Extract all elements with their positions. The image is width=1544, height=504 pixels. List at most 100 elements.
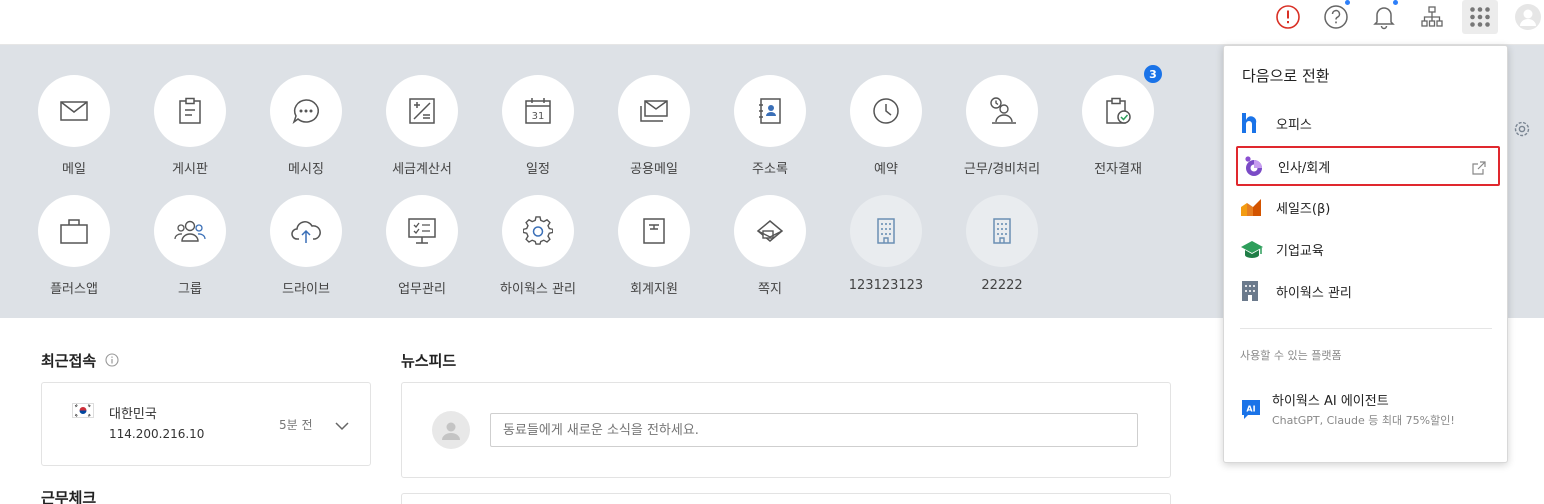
app-drive[interactable]: 드라이브	[248, 195, 364, 297]
app-123123123-circle[interactable]	[850, 195, 922, 267]
app-address-book[interactable]: 주소록	[712, 75, 828, 177]
korea-flag-icon	[72, 403, 94, 418]
app-calendar[interactable]: 31 일정	[480, 75, 596, 177]
app-22222[interactable]: 22222	[944, 195, 1060, 293]
app-22222-circle[interactable]	[966, 195, 1038, 267]
accounting-icon	[643, 218, 665, 244]
newsfeed-input[interactable]	[490, 413, 1138, 447]
recent-country: 대한민국	[109, 407, 157, 422]
app-label: 드라이브	[282, 282, 330, 297]
dropdown-title: 다음으로 전환	[1242, 67, 1330, 85]
app-drive-circle[interactable]	[270, 195, 342, 267]
dropdown-item-label: 인사/회계	[1278, 160, 1331, 176]
ai-agent-title: 하이웍스 AI 에이전트	[1272, 394, 1389, 409]
app-task[interactable]: 업무관리	[364, 195, 480, 297]
platforms-title: 사용할 수 있는 플랫폼	[1240, 349, 1342, 362]
app-tax-invoice[interactable]: 세금계산서	[364, 75, 480, 177]
board-icon	[179, 97, 201, 124]
recent-time: 5분 전	[279, 418, 313, 432]
dropdown-item-hiworks-admin[interactable]: 하이웍스 관리	[1236, 271, 1500, 311]
app-label: 주소록	[752, 162, 788, 177]
app-calendar-circle[interactable]: 31	[502, 75, 574, 147]
app-label: 게시판	[172, 162, 208, 177]
sales-icon	[1240, 195, 1268, 219]
dropdown-item-office[interactable]: 오피스	[1236, 103, 1500, 143]
newsfeed-title: 뉴스피드	[401, 352, 457, 370]
app-plus-circle[interactable]	[38, 195, 110, 267]
app-label: 메일	[62, 162, 86, 177]
gear-icon	[523, 216, 553, 245]
building-icon	[1240, 279, 1268, 303]
app-reservation-circle[interactable]	[850, 75, 922, 147]
dropdown-item-sales[interactable]: 세일즈(β)	[1236, 187, 1500, 227]
app-123123123[interactable]: 123123123	[828, 195, 944, 293]
app-tax-invoice-circle[interactable]	[386, 75, 458, 147]
dropdown-item-hr-accounting[interactable]: 인사/회계	[1236, 146, 1500, 186]
workcheck-title: 근무체크	[41, 489, 97, 504]
note-icon	[756, 220, 784, 242]
clock-icon	[873, 98, 899, 124]
app-shared-mail[interactable]: 공용메일	[596, 75, 712, 177]
dropdown-item-label: 오피스	[1276, 117, 1312, 133]
app-approval[interactable]: 3 전자결재	[1060, 63, 1176, 177]
app-note-circle[interactable]	[734, 195, 806, 267]
chevron-down-icon[interactable]	[334, 417, 350, 436]
app-label: 일정	[526, 162, 550, 177]
dropdown-item-label: 세일즈(β)	[1276, 201, 1331, 217]
app-messaging[interactable]: 메시징	[248, 75, 364, 177]
app-hiworks-admin[interactable]: 하이웍스 관리	[480, 195, 596, 297]
app-mail-circle[interactable]	[38, 75, 110, 147]
profile-icon[interactable]	[1510, 0, 1544, 34]
switch-service-dropdown: 다음으로 전환 오피스 인사/회계 세일즈(β) 기업교육 하이웍스 관리 사용…	[1223, 45, 1508, 463]
bell-icon[interactable]	[1366, 0, 1402, 34]
info-icon[interactable]	[105, 352, 119, 371]
dropdown-item-education[interactable]: 기업교육	[1236, 229, 1500, 269]
app-address-book-circle[interactable]	[734, 75, 806, 147]
app-board[interactable]: 게시판	[132, 75, 248, 177]
app-label: 메시징	[288, 162, 324, 177]
calendar-day: 31	[532, 111, 545, 122]
approval-count-badge: 3	[1142, 63, 1164, 85]
app-messaging-circle[interactable]	[270, 75, 342, 147]
newsfeed-card	[401, 382, 1171, 478]
app-label: 근무/경비처리	[963, 162, 1041, 177]
help-notification-dot	[1345, 0, 1350, 5]
app-label: 전자결재	[1094, 162, 1142, 177]
app-reservation[interactable]: 예약	[828, 75, 944, 177]
top-bar	[0, 0, 1544, 45]
cloud-icon	[291, 221, 321, 243]
app-label: 쪽지	[758, 282, 782, 297]
mail-icon	[60, 101, 88, 121]
app-mail[interactable]: 메일	[16, 75, 132, 177]
newsfeed-card-secondary	[401, 493, 1171, 504]
settings-gear-icon[interactable]	[1512, 119, 1532, 143]
app-label: 공용메일	[630, 162, 678, 177]
app-hiworks-admin-circle[interactable]	[502, 195, 574, 267]
app-accounting[interactable]: 회계지원	[596, 195, 712, 297]
avatar-icon	[432, 411, 470, 449]
alert-icon[interactable]	[1270, 0, 1306, 34]
app-plus[interactable]: 플러스앱	[16, 195, 132, 297]
app-approval-circle[interactable]: 3	[1082, 63, 1164, 147]
app-accounting-circle[interactable]	[618, 195, 690, 267]
app-work-expense[interactable]: 근무/경비처리	[944, 75, 1060, 177]
app-group-circle[interactable]	[154, 195, 226, 267]
app-work-expense-circle[interactable]	[966, 75, 1038, 147]
recent-access-title-text: 최근접속	[41, 352, 97, 370]
app-note[interactable]: 쪽지	[712, 195, 828, 297]
external-link-icon[interactable]	[1472, 160, 1486, 179]
app-group[interactable]: 그룹	[132, 195, 248, 297]
help-icon[interactable]	[1318, 0, 1354, 34]
app-task-circle[interactable]	[386, 195, 458, 267]
org-chart-icon[interactable]	[1414, 0, 1450, 34]
hr-accounting-icon	[1242, 154, 1270, 178]
app-label: 하이웍스 관리	[500, 282, 576, 297]
apps-grid-icon[interactable]	[1462, 0, 1498, 34]
app-label: 123123123	[848, 278, 924, 293]
app-label: 세금계산서	[392, 162, 452, 177]
app-shared-mail-circle[interactable]	[618, 75, 690, 147]
dropdown-item-ai-agent[interactable]: AI 하이웍스 AI 에이전트 ChatGPT, Claude 등 최대 75%…	[1236, 384, 1500, 434]
approval-icon	[1106, 97, 1131, 124]
app-board-circle[interactable]	[154, 75, 226, 147]
app-label: 회계지원	[630, 282, 678, 297]
